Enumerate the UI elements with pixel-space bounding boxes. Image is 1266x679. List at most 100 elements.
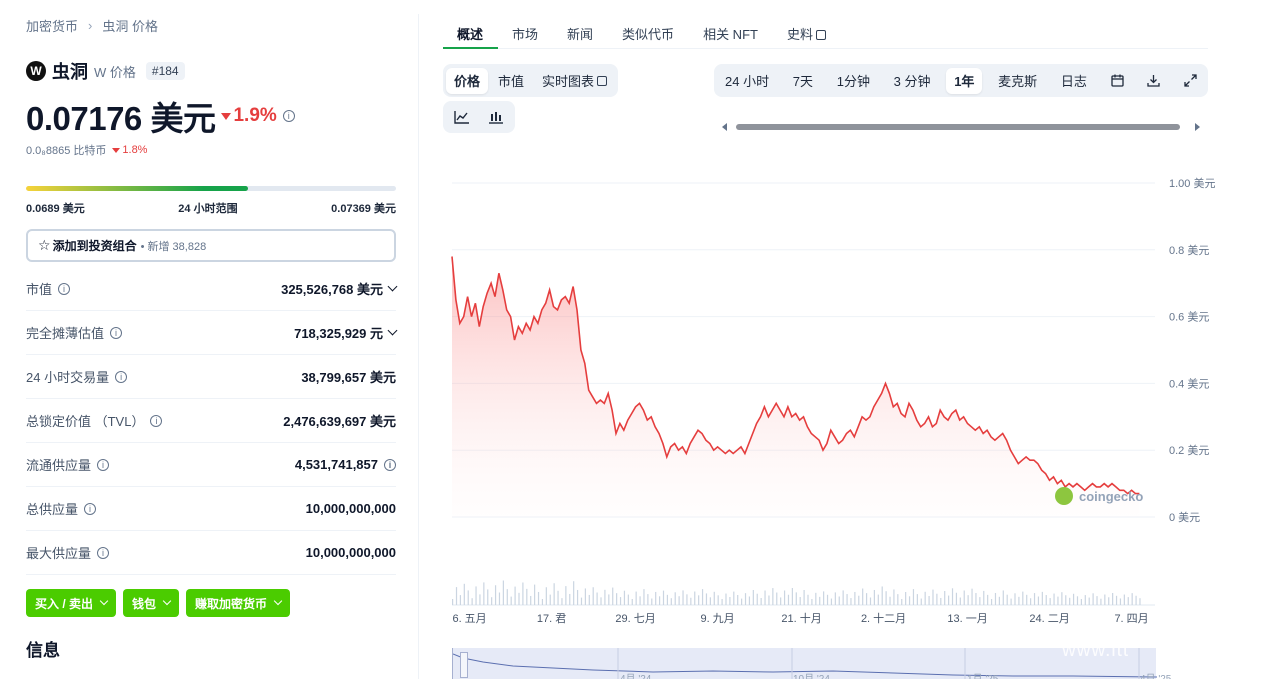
volume-bar xyxy=(463,583,465,605)
volume-bar xyxy=(600,597,602,605)
volume-bar xyxy=(877,594,879,605)
volume-bar xyxy=(916,594,918,605)
volume-bar xyxy=(756,593,758,605)
volume-bar xyxy=(1115,595,1118,605)
volume-bar xyxy=(1135,595,1137,605)
volume-bar xyxy=(791,588,793,605)
volume-bar xyxy=(1080,599,1082,605)
volume-bar xyxy=(803,590,805,605)
volume-bar xyxy=(487,589,489,605)
volume-bar xyxy=(479,594,481,605)
volume-bar xyxy=(932,589,934,605)
volume-bar xyxy=(459,595,462,605)
volume-bar xyxy=(885,591,887,605)
volume-bar xyxy=(1002,590,1004,605)
volume-bar xyxy=(506,589,508,605)
volume-bar xyxy=(752,590,754,605)
volume-bar xyxy=(971,588,973,605)
volume-bar xyxy=(498,592,501,605)
volume-bar xyxy=(842,590,844,605)
volume-bar xyxy=(826,594,829,605)
volume-bar xyxy=(1010,598,1012,605)
volume-bar xyxy=(639,596,641,605)
volume-bar xyxy=(834,592,836,605)
volume-bar xyxy=(994,592,997,605)
volume-bar xyxy=(795,592,797,605)
volume-bar xyxy=(737,595,739,605)
volume-bar xyxy=(592,587,594,605)
volume-bar xyxy=(698,595,700,605)
volume-bar xyxy=(1022,591,1024,605)
volume-bar xyxy=(713,591,715,605)
volume-bar xyxy=(924,591,926,605)
coingecko-watermark: coingecko xyxy=(1055,487,1143,505)
volume-bar xyxy=(1037,596,1040,605)
volume-bar xyxy=(666,594,669,605)
volume-bar xyxy=(627,594,629,605)
volume-bar xyxy=(823,591,825,605)
price-chart[interactable]: 0 美元 0.2 美元 0.4 美元 0.6 美元 0.8 美元 1.00 美元 6. 五… xyxy=(0,0,1266,679)
volume-bar xyxy=(955,592,958,605)
volume-bar xyxy=(1057,596,1059,605)
volume-bar xyxy=(733,591,735,605)
volume-bar xyxy=(631,599,633,605)
volume-bar xyxy=(1018,596,1020,605)
volume-bar xyxy=(893,589,895,605)
y-tick-label: 0.8 美元 xyxy=(1169,244,1209,257)
volume-bar xyxy=(721,599,723,605)
volume-bar xyxy=(1108,597,1110,605)
volume-bar xyxy=(647,594,649,605)
volume-bar xyxy=(815,592,817,605)
nav-label-apr24: 4月 '24 xyxy=(620,670,651,679)
watermark-text: coingecko xyxy=(1079,488,1144,504)
volume-bar xyxy=(912,589,915,605)
volume-bar xyxy=(967,595,969,605)
volume-bar xyxy=(901,599,903,605)
x-tick-label: 6. 五月 xyxy=(452,613,486,625)
volume-bar xyxy=(655,591,657,605)
volume-bar xyxy=(830,598,833,605)
volume-bar xyxy=(1014,593,1016,605)
volume-bar xyxy=(616,593,618,605)
volume-bar xyxy=(596,592,598,605)
volume-bar xyxy=(928,596,930,605)
volume-bar xyxy=(865,593,868,605)
volume-bar xyxy=(545,587,547,605)
volume-bar xyxy=(1061,592,1063,605)
volume-bar xyxy=(526,588,528,605)
volume-bar xyxy=(717,595,719,605)
volume-bar xyxy=(537,591,540,605)
volume-bar xyxy=(623,590,626,605)
volume-bar xyxy=(920,598,922,605)
volume-bar xyxy=(452,599,454,605)
volume-bar xyxy=(1123,594,1125,605)
volume-bar xyxy=(651,598,653,605)
volume-bar xyxy=(1104,594,1106,605)
volume-bar xyxy=(846,594,848,605)
x-tick-label: 21. 十月 xyxy=(781,611,821,625)
volume-bar xyxy=(619,597,622,605)
volume-bar xyxy=(838,596,840,605)
volume-bar xyxy=(905,592,907,605)
volume-bar xyxy=(1119,598,1122,605)
x-tick-label: 24. 二月 xyxy=(1029,613,1069,625)
volume-bar xyxy=(1139,598,1141,605)
volume-bar xyxy=(768,595,770,605)
volume-bar xyxy=(471,598,473,605)
volume-bar xyxy=(908,596,911,605)
navigator-handle[interactable] xyxy=(460,652,468,678)
y-tick-label: 0.6 美元 xyxy=(1169,311,1209,324)
volume-bar xyxy=(534,584,536,605)
volume-bar xyxy=(569,593,571,605)
volume-bar xyxy=(1096,596,1098,605)
volume-bar xyxy=(1088,597,1090,605)
site-watermark: www.itt xyxy=(1062,640,1130,661)
volume-bar xyxy=(1072,593,1075,605)
volume-bar xyxy=(787,594,790,605)
volume-bar xyxy=(873,589,875,605)
volume-bar xyxy=(588,594,590,605)
volume-bar xyxy=(850,598,852,605)
volume-bar xyxy=(541,599,544,605)
volume-bar xyxy=(694,591,696,605)
volume-bar xyxy=(1006,594,1008,605)
